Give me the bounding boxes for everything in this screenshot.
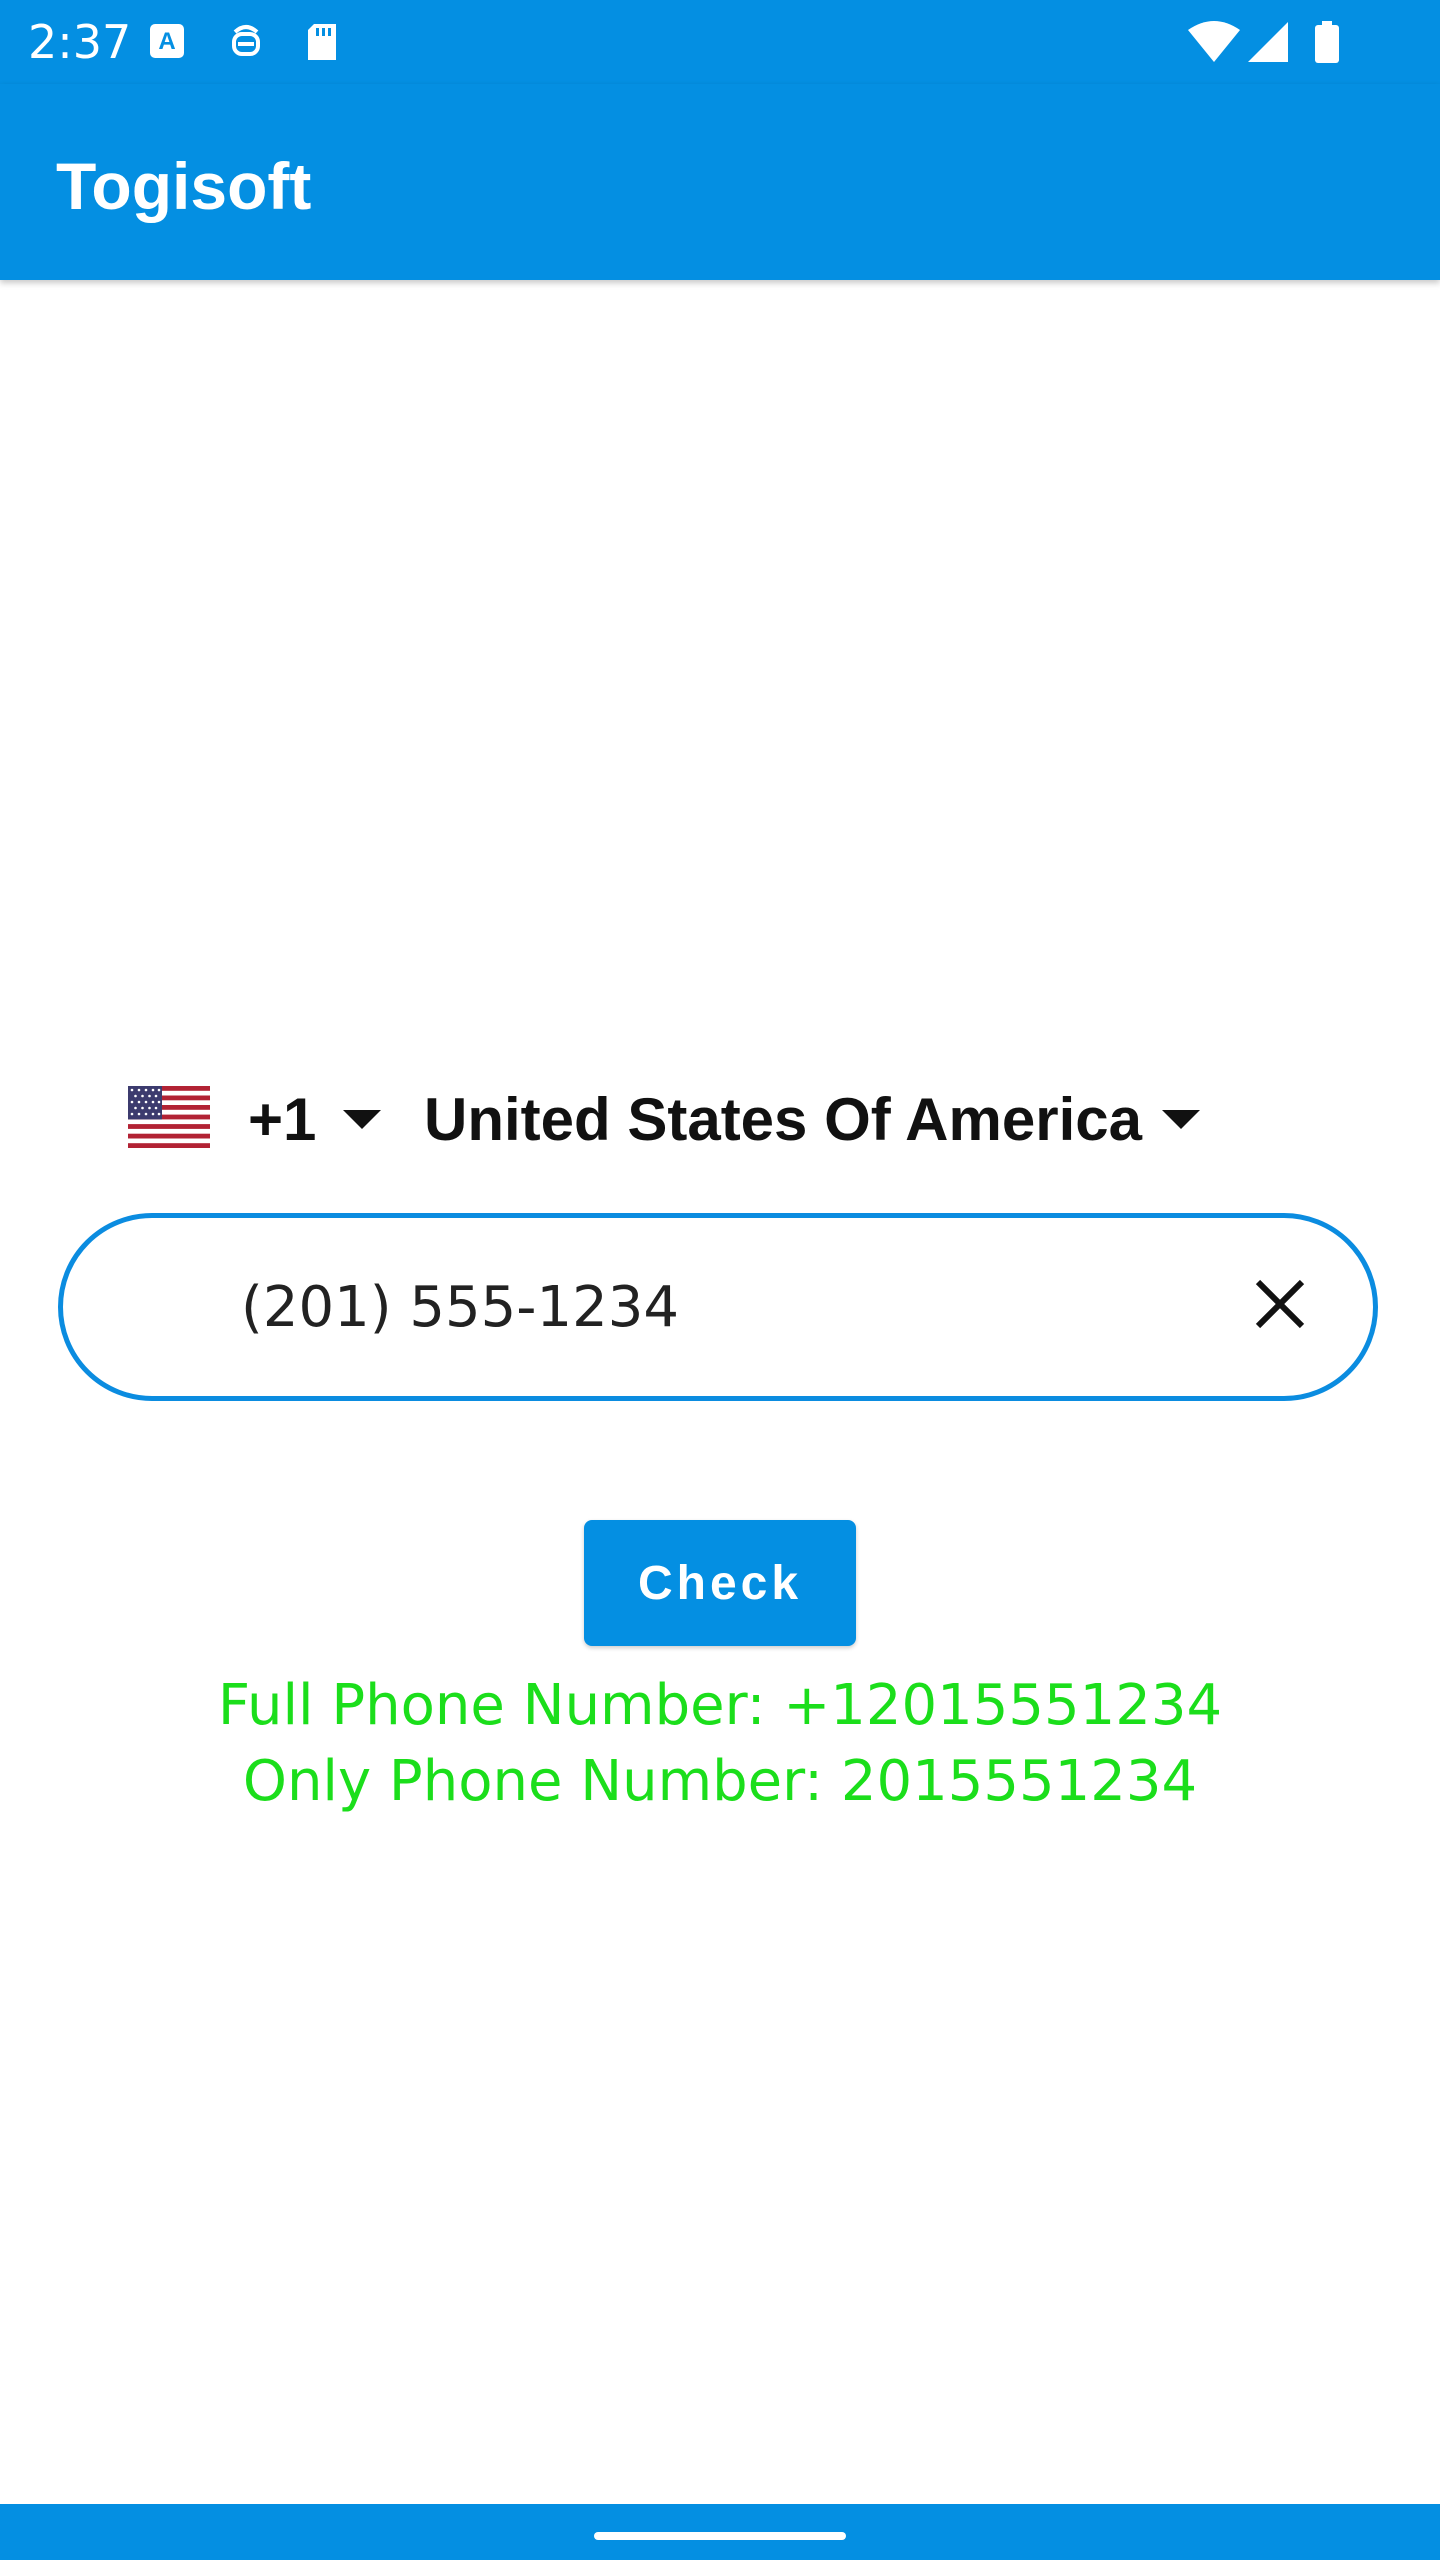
clear-icon[interactable] — [1250, 1274, 1310, 1334]
svg-text:A: A — [158, 28, 175, 55]
full-phone-number-text: Full Phone Number: +12015551234 — [217, 1673, 1223, 1738]
navigation-bar — [0, 2504, 1440, 2560]
sd-card-icon — [308, 24, 336, 60]
status-bar: 2:37 A — [0, 0, 1440, 84]
dial-code-dropdown-icon[interactable] — [343, 1110, 381, 1129]
phone-input-value[interactable]: (201) 555-1234 — [241, 1274, 679, 1342]
check-button[interactable]: Check — [584, 1520, 856, 1646]
us-flag-icon — [128, 1086, 210, 1148]
app-title: Togisoft — [56, 149, 312, 223]
face-icon — [232, 25, 260, 56]
country-picker[interactable]: +1 United States Of America — [0, 1080, 1440, 1160]
phone-input[interactable]: (201) 555-1234 — [58, 1213, 1378, 1401]
signal-icon — [1248, 22, 1288, 62]
home-gesture-handle[interactable] — [594, 2532, 846, 2540]
status-time: 2:37 — [28, 15, 132, 69]
text-a-icon: A — [150, 24, 184, 58]
app-bar: Togisoft — [0, 84, 1440, 280]
country-name[interactable]: United States Of America — [424, 1084, 1142, 1156]
only-phone-number-text: Only Phone Number: 2015551234 — [242, 1749, 1198, 1814]
country-dropdown-icon[interactable] — [1162, 1110, 1200, 1129]
wifi-icon — [1188, 21, 1240, 62]
battery-icon — [1315, 21, 1339, 63]
dial-code[interactable]: +1 — [248, 1084, 316, 1156]
